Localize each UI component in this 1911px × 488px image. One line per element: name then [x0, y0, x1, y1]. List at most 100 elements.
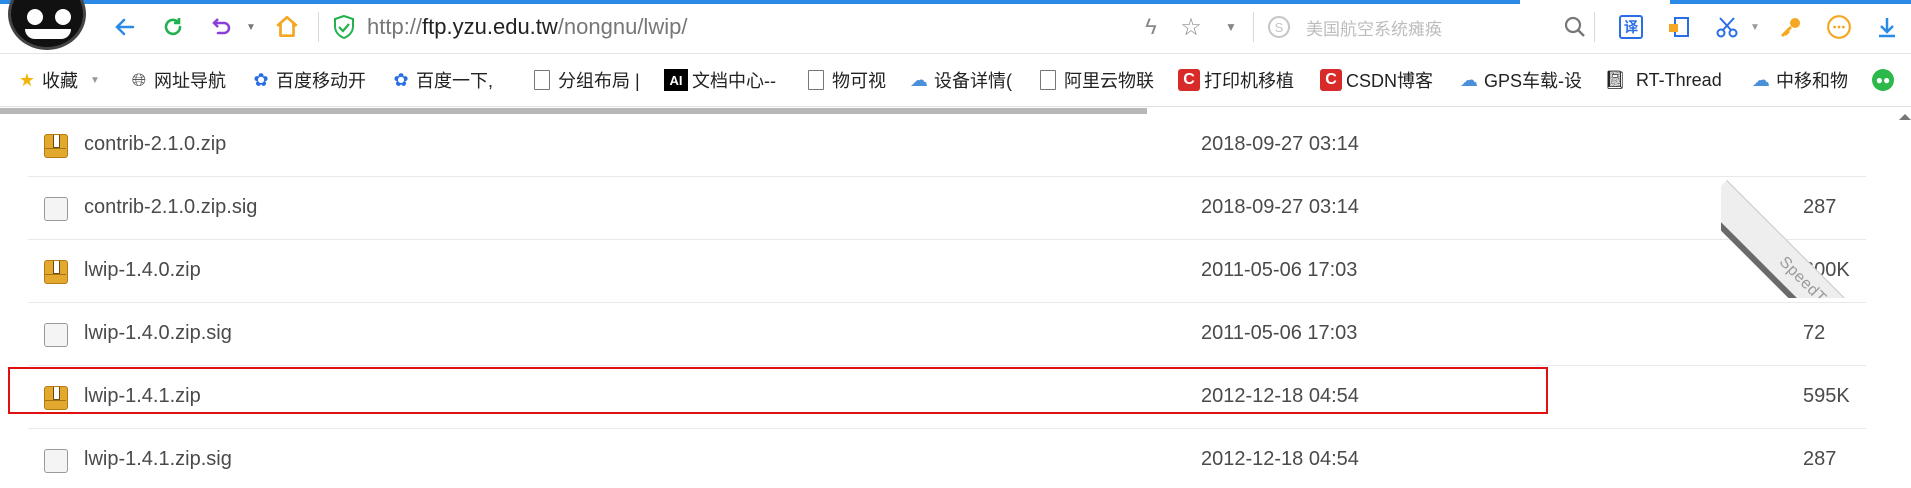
bookmark-label: 百度移动开 [276, 71, 366, 91]
bookmark-item[interactable]: AI 文档中心-- [664, 67, 776, 93]
page-content: contrib-2.1.0.zip 2018-09-27 03:14 contr… [0, 108, 1911, 488]
bookmark-overflow[interactable]: ●● [1872, 67, 1898, 93]
file-name-link[interactable]: contrib-2.1.0.zip.sig [84, 196, 257, 219]
smiley-icon[interactable] [1824, 12, 1854, 42]
bookmark-item[interactable]: ☁ GPS车载-设 [1458, 67, 1582, 93]
file-name-link[interactable]: contrib-2.1.0.zip [84, 133, 226, 156]
book-icon: 📓︎ [1603, 69, 1627, 90]
bookmark-label: 阿里云物联 [1064, 71, 1154, 91]
browser-logo-icon[interactable] [8, 0, 86, 50]
file-icon [44, 323, 68, 347]
file-date: 2011-05-06 17:03 [1201, 322, 1358, 344]
page-icon [534, 70, 550, 90]
bookmark-item[interactable]: C CSDN博客 [1320, 67, 1433, 93]
table-row[interactable]: contrib-2.1.0.zip.sig 2018-09-27 03:14 2… [28, 177, 1866, 240]
bookmark-label: 物可视 [832, 71, 886, 91]
bookmark-label: 百度一下, [416, 71, 494, 91]
bookmark-label: 中移和物 [1776, 71, 1848, 91]
bookmark-label: 设备详情( [934, 71, 1012, 91]
file-list: contrib-2.1.0.zip 2018-09-27 03:14 contr… [28, 114, 1866, 488]
table-row[interactable]: lwip-1.4.0.zip.sig 2011-05-06 17:03 72 [28, 303, 1866, 366]
bookmark-label: 文档中心-- [692, 71, 776, 91]
bookmark-favorites[interactable]: ★ 收藏 ▼ [16, 67, 100, 93]
file-date: 2012-12-18 04:54 [1201, 448, 1359, 470]
bookmark-item[interactable]: ✿ 百度一下, [390, 67, 493, 93]
bookmark-label: 分组布局 | [558, 71, 640, 91]
chat-icon: ●● [1872, 69, 1894, 91]
bookmarks-bar: ★ 收藏 ▼ 🌐︎ 网址导航 ✿ 百度移动开 ✿ 百度一下, 分组布局 | AI… [0, 55, 1911, 107]
url-prefix: http:// [367, 14, 423, 39]
file-icon [44, 197, 68, 221]
bookmark-label: 收藏 [42, 71, 78, 91]
page-icon [1040, 70, 1056, 90]
browser-toolbar: ▼ http://ftp.yzu.edu.tw/nongnu/lwip/ ϟ ☆… [0, 0, 1911, 54]
sidebar-icon[interactable] [1664, 12, 1694, 42]
shield-check-icon[interactable] [333, 15, 355, 39]
cloud-icon: ☁ [910, 69, 928, 90]
file-size: 287 [1803, 448, 1837, 470]
bookmark-label: 打印机移植 [1204, 71, 1294, 91]
bookmark-item[interactable]: 🌐︎ 网址导航 [128, 67, 226, 93]
bookmark-label: CSDN博客 [1346, 71, 1434, 91]
file-date: 2018-09-27 03:14 [1201, 133, 1359, 155]
csdn-icon: C [1178, 69, 1200, 91]
speedtest-ribbon-container: SpeedTest [1721, 108, 1911, 298]
globe-icon: 🌐︎ [131, 69, 147, 90]
chevron-down-icon: ▼ [90, 74, 100, 86]
bookmark-item[interactable]: 分组布局 | [534, 67, 640, 93]
bookmark-label: 网址导航 [154, 71, 226, 91]
table-row[interactable]: lwip-1.4.1.zip.sig 2012-12-18 04:54 287 [28, 429, 1866, 488]
csdn-icon: C [1320, 69, 1342, 91]
star-icon: ★ [18, 69, 36, 90]
file-date: 2018-09-27 03:14 [1201, 196, 1359, 218]
search-icon[interactable] [1560, 12, 1590, 42]
refresh-icon[interactable] [158, 12, 188, 42]
bookmark-item[interactable]: ✿ 百度移动开 [250, 67, 366, 93]
scissors-icon[interactable] [1712, 12, 1742, 42]
file-size: 595K [1803, 385, 1850, 407]
bookmark-item[interactable]: ☁ 设备详情( [908, 67, 1012, 93]
bookmark-label: RT-Thread [1636, 69, 1722, 90]
home-icon[interactable] [272, 12, 302, 42]
url-path: /nongnu/lwip/ [557, 14, 688, 39]
bookmark-item[interactable]: 物可视 [808, 67, 886, 93]
download-icon[interactable] [1872, 12, 1902, 42]
star-icon[interactable]: ☆ [1176, 12, 1206, 42]
ai-icon: AI [664, 69, 688, 91]
chevron-down-icon[interactable]: ▼ [1216, 12, 1246, 42]
baidu-paw-icon: ✿ [253, 69, 269, 90]
translate-icon[interactable]: 译 [1616, 12, 1646, 42]
highlight-annotation-box [8, 367, 1548, 414]
search-engine-icon: S [1268, 16, 1290, 38]
zip-file-icon [44, 134, 68, 158]
bookmark-item[interactable]: 📓︎ RT-Thread [1604, 67, 1722, 93]
zip-file-icon [44, 260, 68, 284]
speedtest-ribbon[interactable]: SpeedTest [1721, 180, 1911, 298]
bookmark-label: GPS车载-设 [1484, 71, 1583, 91]
address-bar[interactable]: http://ftp.yzu.edu.tw/nongnu/lwip/ [367, 12, 687, 42]
back-arrow-icon[interactable] [110, 12, 140, 42]
key-icon[interactable] [1776, 12, 1806, 42]
lightning-icon[interactable]: ϟ [1136, 12, 1166, 42]
cloud-icon: ☁ [1752, 69, 1770, 90]
cloud-icon: ☁ [1460, 69, 1478, 90]
file-icon [44, 449, 68, 473]
file-name-link[interactable]: lwip-1.4.1.zip.sig [84, 448, 232, 471]
baidu-paw-icon: ✿ [393, 69, 409, 90]
bookmark-item[interactable]: C 打印机移植 [1178, 67, 1294, 93]
file-name-link[interactable]: lwip-1.4.0.zip [84, 259, 201, 282]
file-name-link[interactable]: lwip-1.4.0.zip.sig [84, 322, 232, 345]
url-host: ftp.yzu.edu.tw [422, 14, 558, 39]
file-date: 2011-05-06 17:03 [1201, 259, 1358, 281]
search-placeholder: 美国航空系统瘫痪 [1306, 19, 1442, 39]
bookmark-item[interactable]: 阿里云物联 [1040, 67, 1154, 93]
table-row[interactable]: contrib-2.1.0.zip 2018-09-27 03:14 [28, 114, 1866, 177]
page-icon [808, 70, 824, 90]
undo-dropdown-chevron-icon[interactable]: ▼ [236, 12, 266, 42]
bookmark-item[interactable]: ☁ 中移和物 [1750, 67, 1848, 93]
scissors-dropdown-chevron-icon[interactable]: ▼ [1740, 12, 1770, 42]
search-box[interactable]: S 美国航空系统瘫痪 [1268, 12, 1588, 42]
table-row[interactable]: lwip-1.4.0.zip 2011-05-06 17:03 600K [28, 240, 1866, 303]
file-size: 72 [1803, 322, 1826, 344]
undo-icon[interactable] [206, 12, 236, 42]
